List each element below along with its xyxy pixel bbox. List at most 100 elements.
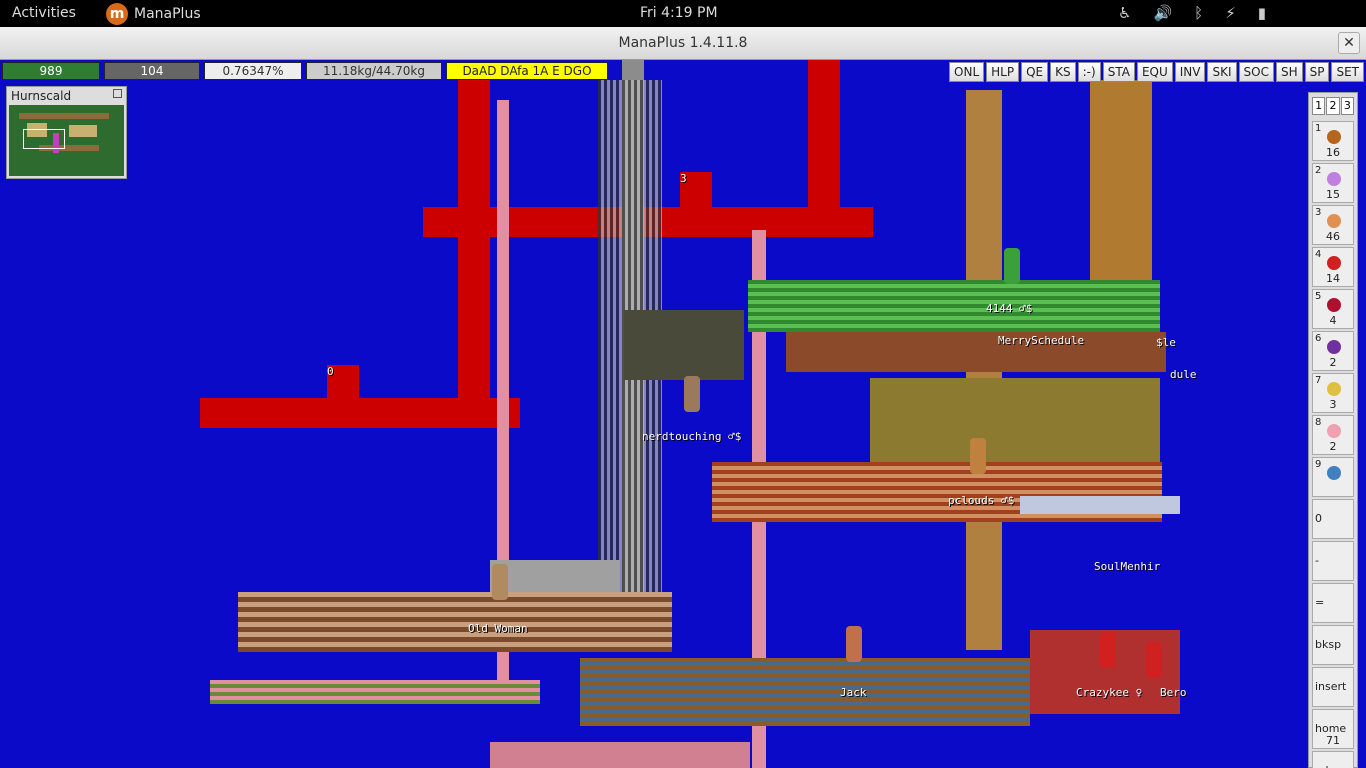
bluetooth-icon[interactable]: ᛒ: [1194, 4, 1203, 22]
slot-key: u key: [1315, 764, 1345, 768]
shortcut-tabs: 123: [1309, 93, 1357, 119]
game-viewport[interactable]: 3 0 Old Woman Jack Crazykee ♀ Bero pclou…: [0, 60, 1366, 768]
slot-key: 9: [1315, 459, 1322, 470]
wood-platform: [786, 332, 1166, 372]
system-tray: ♿ 🔊 ᛒ ⚡ ▮: [1118, 4, 1266, 22]
minimap-title: Hurnscald: [11, 89, 72, 103]
grass-platform: [748, 280, 1160, 332]
item-icon: [1327, 214, 1341, 228]
shortcut-tab-1[interactable]: 1: [1312, 97, 1326, 115]
slot-key: bksp: [1315, 638, 1342, 651]
red-wall: [808, 60, 840, 210]
green-player[interactable]: [1004, 248, 1020, 284]
player-label: $le: [1156, 336, 1176, 349]
machinery: [624, 310, 744, 380]
old-woman-label: Old Woman: [468, 622, 528, 635]
minimap-window[interactable]: Hurnscald: [6, 86, 127, 179]
log-platform: [238, 592, 672, 652]
log-platform: [580, 658, 1030, 726]
menu-button-[interactable]: :-): [1077, 62, 1101, 82]
nerdtouching-player[interactable]: [684, 376, 700, 412]
volume-icon[interactable]: 🔊: [1153, 4, 1172, 22]
menu-button-equ[interactable]: EQU: [1136, 62, 1173, 82]
battery-icon[interactable]: ▮: [1258, 4, 1266, 22]
shortcut-slot-3[interactable]: 3 46: [1312, 205, 1354, 245]
shortcut-slot-0[interactable]: 0: [1312, 499, 1354, 539]
bero-player[interactable]: [1146, 642, 1162, 678]
accessibility-icon[interactable]: ♿: [1118, 4, 1131, 22]
shortcut-slot-5[interactable]: 54: [1312, 289, 1354, 329]
menu-button-hlp[interactable]: HLP: [986, 62, 1020, 82]
shortcut-slot-6[interactable]: 62: [1312, 331, 1354, 371]
slot-key: =: [1315, 596, 1325, 609]
hp-bar: 989: [2, 62, 100, 80]
shortcut-slot-4[interactable]: 4 14: [1312, 247, 1354, 287]
network-icon[interactable]: ⚡: [1225, 4, 1236, 22]
window-menu: ONL HLP QE KS:-) STA EQU INV SKI SOC SH SP SET: [949, 62, 1364, 82]
clock[interactable]: Fri 4:19 PM: [640, 5, 718, 21]
menu-button-onl[interactable]: ONL: [949, 62, 985, 82]
jack-npc[interactable]: [846, 626, 862, 662]
lock-icon[interactable]: [113, 89, 122, 98]
menu-button-qe[interactable]: QE: [1021, 62, 1049, 82]
bero-label: Bero: [1160, 686, 1187, 699]
menu-button-ks[interactable]: KS: [1050, 62, 1076, 82]
menu-button-inv[interactable]: INV: [1174, 62, 1206, 82]
shortcut-slot-=[interactable]: =: [1312, 583, 1354, 623]
pclouds-player[interactable]: [970, 438, 986, 474]
damage-number: 3: [680, 172, 687, 185]
shortcut-slot-7[interactable]: 73: [1312, 373, 1354, 413]
activities-button[interactable]: Activities: [12, 5, 76, 21]
soulmenhir-label: SoulMenhir: [1094, 560, 1161, 573]
slot-key: 8: [1315, 417, 1322, 428]
close-icon[interactable]: ✕: [1338, 32, 1360, 54]
minimap-camera: [23, 129, 65, 149]
item-icon: [1327, 130, 1341, 144]
slot-key: 6: [1315, 333, 1322, 344]
shortcut-slot-9[interactable]: 9: [1312, 457, 1354, 497]
menu-button-sh[interactable]: SH: [1275, 62, 1303, 82]
old-woman-npc[interactable]: [492, 564, 508, 600]
slot-count: 14: [1326, 272, 1340, 285]
stone-ledge: [1020, 496, 1180, 514]
pink-floor: [490, 742, 750, 768]
red-wall: [200, 398, 520, 428]
menu-button-set[interactable]: SET: [1331, 62, 1364, 82]
shortcut-tab-2[interactable]: 2: [1326, 97, 1340, 115]
slot-key: 1: [1315, 123, 1322, 134]
minimap-view[interactable]: [9, 105, 124, 176]
status-effects-bar: DaAD DAfa 1A E DGO: [446, 62, 608, 80]
slot-count: 46: [1326, 230, 1340, 243]
menu-button-sta[interactable]: STA: [1102, 62, 1135, 82]
crazykee-player[interactable]: [1100, 632, 1116, 668]
menu-button-soc[interactable]: SOC: [1238, 62, 1274, 82]
slot-count: 16: [1326, 146, 1340, 159]
slot-count: 2: [1329, 356, 1337, 369]
shortcut-slot--[interactable]: -: [1312, 541, 1354, 581]
menu-button-sp[interactable]: SP: [1304, 62, 1330, 82]
manaplus-logo-icon: m: [106, 2, 128, 25]
merryschedule-label: MerrySchedule: [998, 334, 1085, 347]
app-menu[interactable]: m ManaPlus: [106, 0, 201, 27]
nerdtouching-label: nerdtouching ♂$: [642, 430, 742, 443]
slot-count: 15: [1326, 188, 1340, 201]
shortcut-slot-home[interactable]: home 71: [1312, 709, 1354, 749]
item-icon: [1327, 466, 1341, 480]
shortcut-slot-8[interactable]: 82: [1312, 415, 1354, 455]
slot-key: 4: [1315, 249, 1322, 260]
item-icon: [1327, 424, 1341, 438]
shortcut-slot-u-key[interactable]: u key: [1312, 751, 1354, 768]
shortcut-slot-1[interactable]: 1 16: [1312, 121, 1354, 161]
dirt-slope: [870, 378, 1160, 468]
shortcut-slot-bksp[interactable]: bksp: [1312, 625, 1354, 665]
player-label: 4144 ♂$: [986, 302, 1033, 315]
shortcut-slot-insert[interactable]: insert: [1312, 667, 1354, 707]
shortcut-tab-3[interactable]: 3: [1340, 97, 1354, 115]
menu-button-ski[interactable]: SKI: [1207, 62, 1237, 82]
item-icon: [1327, 256, 1341, 270]
window-title: ManaPlus 1.4.11.8: [618, 35, 748, 51]
slot-key: 5: [1315, 291, 1322, 302]
slot-count: 71: [1326, 734, 1340, 747]
slot-count: 4: [1329, 314, 1337, 327]
shortcut-slot-2[interactable]: 2 15: [1312, 163, 1354, 203]
